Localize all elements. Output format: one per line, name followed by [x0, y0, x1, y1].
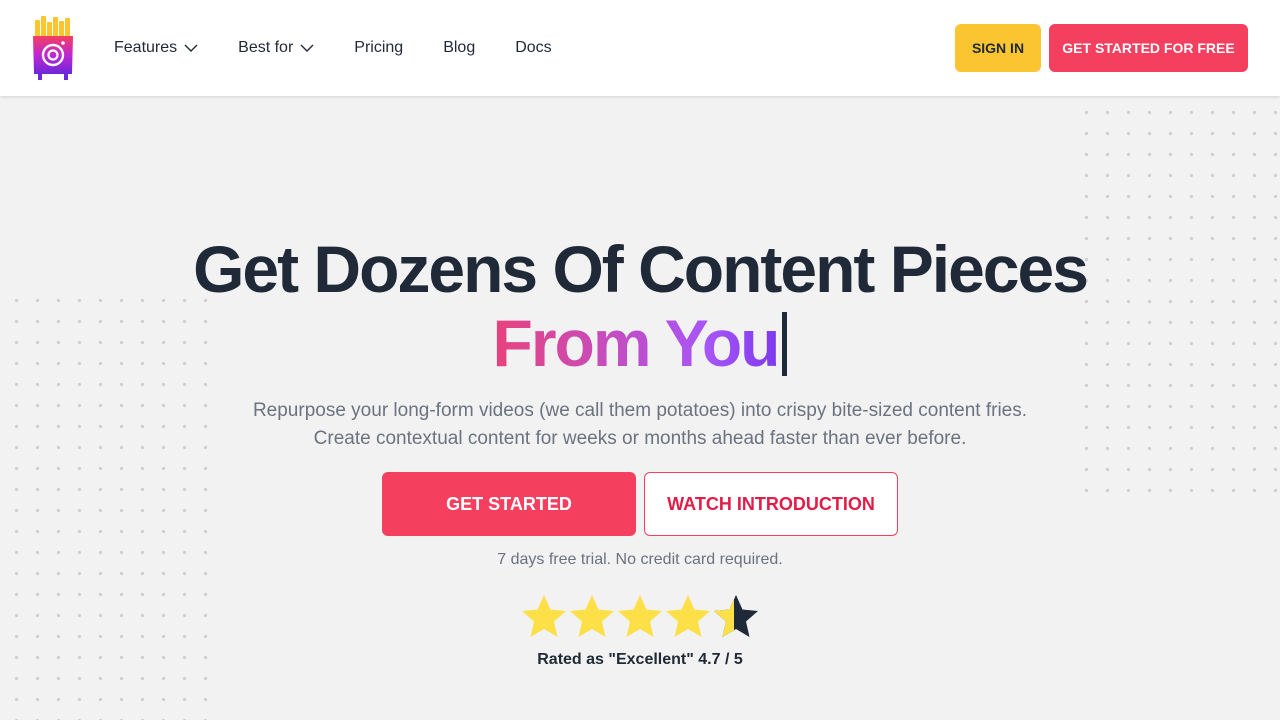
- get-started-free-button[interactable]: GET STARTED FOR FREE: [1049, 24, 1248, 72]
- hero-subtext: Repurpose your long-form videos (we call…: [252, 400, 1028, 449]
- hero-headline-typed: From You: [0, 306, 1280, 380]
- nav-features[interactable]: Features: [114, 39, 198, 57]
- nav-blog-label: Blog: [443, 39, 476, 56]
- sign-in-button[interactable]: SIGN IN: [955, 24, 1041, 72]
- watch-introduction-button[interactable]: WATCH INTRODUCTION: [644, 472, 898, 536]
- rating-stars: [520, 593, 760, 641]
- nav-docs[interactable]: Docs: [515, 39, 551, 57]
- nav-blog[interactable]: Blog: [443, 39, 475, 57]
- hero-headline-gradient: From You: [492, 306, 781, 380]
- nav-pricing[interactable]: Pricing: [354, 39, 403, 57]
- nav-docs-label: Docs: [515, 39, 552, 56]
- nav-best-for-label: Best for: [238, 39, 294, 56]
- site-header: Features Best for Pricing Blog Docs SIGN…: [0, 0, 1280, 96]
- star-icon: [666, 595, 710, 637]
- brand-logo-icon[interactable]: [30, 14, 76, 82]
- star-icon: [522, 595, 566, 637]
- nav-features-label: Features: [114, 39, 178, 56]
- typing-cursor: [782, 312, 788, 376]
- chevron-down-icon: [184, 44, 198, 52]
- nav-best-for[interactable]: Best for: [238, 39, 314, 57]
- get-started-button[interactable]: GET STARTED: [382, 472, 636, 536]
- hero-headline: Get Dozens Of Content Pieces: [193, 232, 1089, 306]
- main-nav: Features Best for Pricing Blog Docs: [114, 0, 592, 96]
- star-icon: [570, 595, 614, 637]
- trial-note: 7 days free trial. No credit card requir…: [497, 551, 783, 568]
- nav-pricing-label: Pricing: [354, 39, 404, 56]
- rating-label: Rated as "Excellent" 4.7 / 5: [537, 651, 743, 668]
- star-icon: [618, 595, 662, 637]
- chevron-down-icon: [300, 44, 314, 52]
- partial-star-icon: [714, 595, 758, 637]
